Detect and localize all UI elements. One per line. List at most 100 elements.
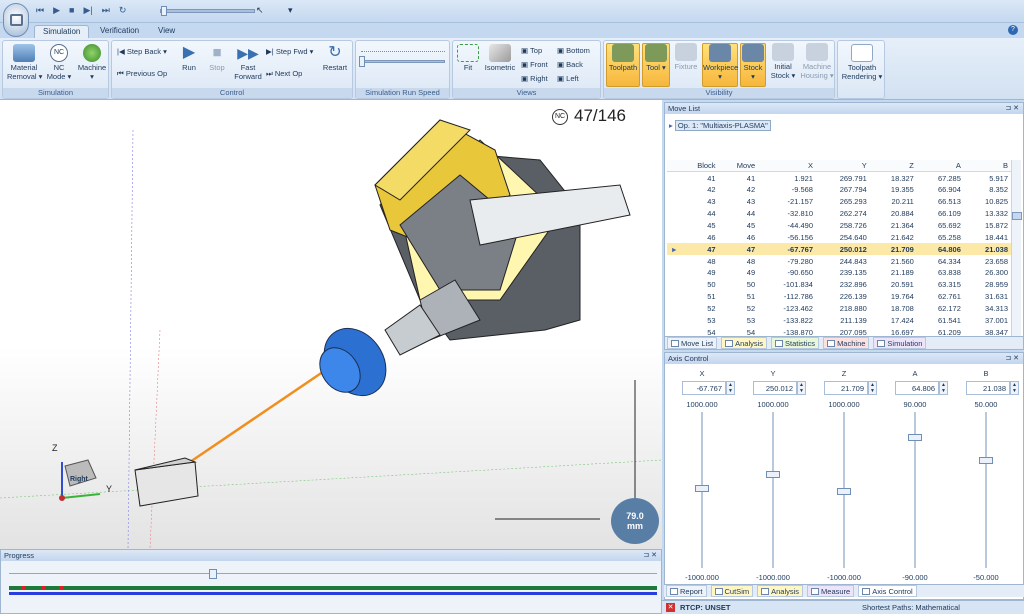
table-row[interactable]: 54 54 -138.870 207.095 16.697 61.209 38.347 (667, 326, 1011, 336)
view-bottom-button[interactable]: ▣ Bottom (557, 46, 590, 55)
move-table-scrollbar[interactable] (1011, 160, 1022, 336)
simulation-viewport[interactable]: Right Z Y (0, 100, 662, 549)
tab-axis-control[interactable]: Axis Control (858, 585, 917, 597)
axis-slider-track[interactable] (985, 412, 987, 568)
tab-analysis-2[interactable]: Analysis (757, 585, 804, 597)
tab-view[interactable]: View (150, 25, 183, 38)
speed-slider-thumb[interactable] (161, 6, 167, 16)
view-cube[interactable]: Right (70, 476, 88, 483)
cursor-icon[interactable]: ↖ (256, 5, 264, 16)
nc-mode-button[interactable]: NC NC Mode ▾ (44, 44, 74, 81)
skip-end-icon[interactable]: ⏭ (102, 5, 110, 16)
axis-value-input[interactable]: 21.709 (824, 381, 868, 395)
column-header[interactable]: X (758, 160, 816, 173)
table-row[interactable]: 42 42 -9.568 267.794 19.355 66.904 8.352 (667, 184, 1011, 196)
operation-node[interactable]: ▸ Op. 1: "Multiaxis-PLASMA" (669, 120, 771, 131)
tab-verification[interactable]: Verification (92, 25, 147, 38)
tab-measure[interactable]: Measure (807, 585, 855, 597)
next-op-button[interactable]: ⏭ Next Op (266, 69, 302, 79)
tab-machine[interactable]: Machine (823, 337, 870, 349)
table-row[interactable]: 46 46 -56.156 254.640 21.642 65.258 18.441 (667, 231, 1011, 243)
tab-report[interactable]: Report (666, 585, 707, 597)
scrollbar-thumb[interactable] (1012, 212, 1022, 220)
table-row[interactable]: 49 49 -90.650 239.135 21.189 63.838 26.300 (667, 267, 1011, 279)
stock-toggle[interactable]: Stock ▾ (740, 43, 766, 87)
expand-icon[interactable]: ▸ (669, 121, 673, 130)
view-front-button[interactable]: ▣ Front (521, 60, 548, 69)
tab-cutsim[interactable]: CutSim (710, 585, 754, 597)
pin-icon[interactable]: ⊐ ✕ (1005, 103, 1019, 114)
toolpath-rendering-button[interactable]: Toolpath Rendering ▾ (840, 44, 884, 81)
step-forward-icon[interactable]: ▶| (83, 5, 92, 16)
customize-toolbar-icon[interactable]: ▾ (288, 5, 293, 16)
fixture-toggle[interactable]: Fixture (672, 43, 700, 71)
axis-value-input[interactable]: -67.767 (682, 381, 726, 395)
axis-spinner[interactable]: ▲ ▼ (1010, 381, 1019, 395)
isometric-button[interactable]: Isometric (482, 44, 518, 72)
fit-button[interactable]: Fit (456, 44, 480, 72)
view-left-button[interactable]: ▣ Left (557, 74, 579, 83)
progress-track[interactable] (9, 573, 657, 574)
axis-slider-track[interactable] (772, 412, 774, 568)
axis-value-input[interactable]: 250.012 (753, 381, 797, 395)
stop-icon[interactable]: ■ (69, 5, 74, 16)
run-speed-thumb[interactable] (359, 56, 365, 67)
view-back-button[interactable]: ▣ Back (557, 60, 583, 69)
skip-start-icon[interactable]: ⏮ (36, 5, 44, 16)
axis-value-input[interactable]: 64.806 (895, 381, 939, 395)
fast-forward-button[interactable]: ▶▶ Fast Forward (232, 44, 264, 81)
axis-spinner[interactable]: ▲ ▼ (797, 381, 806, 395)
table-row[interactable]: 52 52 -123.462 218.880 18.708 62.172 34.313 (667, 303, 1011, 315)
tool-toggle[interactable]: Tool ▾ (642, 43, 670, 87)
axis-spinner[interactable]: ▲ ▼ (939, 381, 948, 395)
table-row[interactable]: 44 44 -32.810 262.274 20.884 66.109 13.332 (667, 208, 1011, 220)
initial-stock-toggle[interactable]: Initial Stock ▾ (768, 43, 798, 80)
column-header[interactable]: Y (815, 160, 870, 173)
tab-simulation[interactable]: Simulation (34, 25, 90, 38)
machine-button[interactable]: Machine ▾ (76, 44, 108, 81)
stop-button[interactable]: ■ Stop (204, 44, 230, 72)
tab-analysis[interactable]: Analysis (721, 337, 768, 349)
workpiece-toggle[interactable]: Workpiece ▾ (702, 43, 738, 87)
table-row[interactable]: 41 41 1.921 269.791 18.327 67.285 5.917 (667, 172, 1011, 184)
axis-slider-thumb[interactable] (979, 457, 993, 464)
column-header[interactable]: Move (718, 160, 759, 173)
axis-spinner[interactable]: ▲ ▼ (726, 381, 735, 395)
tab-simulation-panel[interactable]: Simulation (873, 337, 927, 349)
previous-op-button[interactable]: ⏮ Previous Op (117, 69, 167, 79)
material-removal-button[interactable]: Material Removal ▾ (7, 44, 42, 81)
table-row[interactable]: 51 51 -112.786 226.139 19.764 62.761 31.631 (667, 291, 1011, 303)
axis-slider-thumb[interactable] (908, 434, 922, 441)
table-row[interactable]: 50 50 -101.834 232.896 20.591 63.315 28.959 (667, 279, 1011, 291)
pin-icon[interactable]: ⊐ ✕ (1005, 353, 1019, 364)
axis-value-input[interactable]: 21.038 (966, 381, 1010, 395)
table-row[interactable]: ▸ 47 47 -67.767 250.012 21.709 64.806 21.038 (667, 243, 1011, 256)
application-menu-button[interactable] (3, 3, 29, 37)
view-top-button[interactable]: ▣ Top (521, 46, 542, 55)
view-right-button[interactable]: ▣ Right (521, 74, 548, 83)
pin-icon[interactable]: ⊐ ✕ (643, 550, 657, 561)
column-header[interactable]: Block (679, 160, 719, 173)
run-button[interactable]: ▶ Run (176, 44, 202, 72)
column-header[interactable]: Z (869, 160, 917, 173)
loop-icon[interactable]: ↻ (119, 5, 127, 16)
speed-slider-mini[interactable] (160, 6, 255, 16)
run-speed-slider[interactable] (361, 60, 445, 63)
restart-button[interactable]: ↻ Restart (320, 44, 350, 72)
table-row[interactable]: 48 48 -79.280 244.843 21.560 64.334 23.658 (667, 255, 1011, 267)
tab-move-list[interactable]: Move List (667, 337, 718, 349)
axis-slider-thumb[interactable] (695, 485, 709, 492)
progress-thumb[interactable] (209, 569, 217, 579)
step-fwd-button[interactable]: ▶| Step Fwd ▾ (266, 47, 313, 56)
tab-statistics[interactable]: Statistics (771, 337, 820, 349)
column-header[interactable]: A (916, 160, 964, 173)
table-row[interactable]: 45 45 -44.490 258.726 21.364 65.692 15.872 (667, 219, 1011, 231)
column-header[interactable]: B (963, 160, 1011, 173)
axis-slider-thumb[interactable] (837, 488, 851, 495)
axis-spinner[interactable]: ▲ ▼ (868, 381, 877, 395)
help-icon[interactable]: ? (1008, 25, 1018, 35)
machine-housing-toggle[interactable]: Machine Housing ▾ (800, 43, 834, 80)
toolpath-toggle[interactable]: Toolpath (606, 43, 640, 87)
step-back-button[interactable]: |◀ Step Back ▾ (117, 47, 167, 56)
axis-slider-thumb[interactable] (766, 471, 780, 478)
